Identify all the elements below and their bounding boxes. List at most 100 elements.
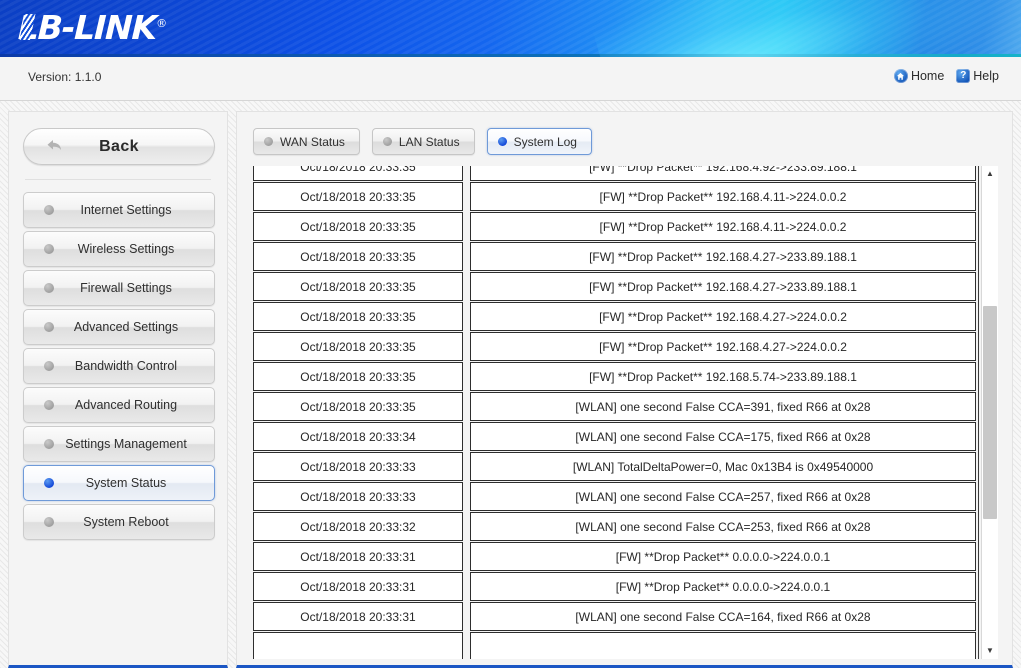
sidebar-item-advanced-routing[interactable]: Advanced Routing	[23, 387, 215, 423]
sidebar-item-system-reboot[interactable]: System Reboot	[23, 504, 215, 540]
brand-name: LB-LINK	[17, 7, 157, 47]
log-timestamp: Oct/18/2018 20:33:35	[253, 182, 463, 211]
bullet-icon	[382, 137, 392, 146]
sidebar-item-firewall-settings[interactable]: Firewall Settings	[23, 270, 215, 306]
log-message	[470, 632, 976, 659]
brand-logo-text: LB-LINK®	[17, 7, 168, 47]
scrollbar-rail	[978, 166, 979, 659]
log-message: [FW] **Drop Packet** 192.168.4.27->224.0…	[470, 332, 976, 361]
bullet-icon	[44, 517, 54, 527]
table-row: Oct/18/2018 20:33:32 [WLAN] one second F…	[253, 512, 976, 541]
bullet-icon	[44, 322, 54, 332]
log-timestamp: Oct/18/2018 20:33:34	[253, 422, 463, 451]
log-message: [FW] **Drop Packet** 192.168.4.92->233.8…	[470, 166, 976, 181]
scrollbar-thumb[interactable]	[983, 306, 997, 519]
log-message: [FW] **Drop Packet** 192.168.5.74->233.8…	[470, 362, 976, 391]
table-row: Oct/18/2018 20:33:35 [FW] **Drop Packet*…	[253, 166, 976, 181]
bullet-icon	[44, 283, 54, 293]
table-row: Oct/18/2018 20:33:35 [FW] **Drop Packet*…	[253, 332, 976, 361]
bullet-icon	[44, 244, 54, 254]
sidebar-item-bandwidth-control[interactable]: Bandwidth Control	[23, 348, 215, 384]
table-row: Oct/18/2018 20:33:35 [FW] **Drop Packet*…	[253, 212, 976, 241]
log-message: [FW] **Drop Packet** 192.168.4.27->233.8…	[470, 272, 976, 301]
home-link-label: Home	[910, 69, 945, 83]
log-message: [FW] **Drop Packet** 192.168.4.11->224.0…	[470, 212, 976, 241]
log-message: [FW] **Drop Packet** 192.168.4.11->224.0…	[470, 182, 976, 211]
sidebar-item-advanced-settings[interactable]: Advanced Settings	[23, 309, 215, 345]
system-log-rows: Oct/18/2018 20:33:35 [FW] **Drop Packet*…	[253, 166, 976, 659]
scrollbar-track[interactable]	[982, 182, 998, 643]
sidebar-item-settings-management[interactable]: Settings Management	[23, 426, 215, 462]
system-log-area: Oct/18/2018 20:33:35 [FW] **Drop Packet*…	[253, 166, 998, 659]
table-row: Oct/18/2018 20:33:35 [WLAN] one second F…	[253, 392, 976, 421]
log-message: [FW] **Drop Packet** 0.0.0.0->224.0.0.1	[470, 542, 976, 571]
table-row: Oct/18/2018 20:33:35 [FW] **Drop Packet*…	[253, 182, 976, 211]
log-message: [FW] **Drop Packet** 192.168.4.27->224.0…	[470, 302, 976, 331]
log-timestamp: Oct/18/2018 20:33:31	[253, 602, 463, 631]
sidebar-item-internet-settings[interactable]: Internet Settings	[23, 192, 215, 228]
bullet-icon	[497, 137, 507, 146]
sidebar-item-system-status[interactable]: System Status	[23, 465, 215, 501]
log-timestamp: Oct/18/2018 20:33:32	[253, 512, 463, 541]
log-scrollbar[interactable]: ▲ ▼	[978, 166, 998, 659]
help-link[interactable]: ? Help	[952, 67, 1003, 85]
scroll-down-arrow-icon[interactable]: ▼	[982, 643, 998, 659]
table-row: Oct/18/2018 20:33:31 [FW] **Drop Packet*…	[253, 572, 976, 601]
table-row: Oct/18/2018 20:33:35 [FW] **Drop Packet*…	[253, 242, 976, 271]
back-button[interactable]: Back	[23, 128, 215, 165]
tab-lan-status[interactable]: LAN Status	[371, 128, 475, 155]
log-message: [WLAN] TotalDeltaPower=0, Mac 0x13B4 is …	[470, 452, 976, 481]
home-icon	[893, 69, 908, 83]
bullet-icon	[44, 205, 54, 215]
version-bar: Version: 1.1.0 Home ? Help	[0, 57, 1021, 101]
log-timestamp: Oct/18/2018 20:33:33	[253, 452, 463, 481]
log-timestamp: Oct/18/2018 20:33:35	[253, 272, 463, 301]
bullet-icon	[44, 361, 54, 371]
table-row: Oct/18/2018 20:33:31 [WLAN] one second F…	[253, 602, 976, 631]
bullet-icon	[44, 478, 54, 488]
back-button-label: Back	[99, 137, 139, 155]
bullet-icon	[264, 137, 273, 146]
registered-mark: ®	[155, 16, 168, 30]
log-timestamp: Oct/18/2018 20:33:31	[253, 572, 463, 601]
scroll-up-arrow-icon[interactable]: ▲	[982, 166, 998, 182]
table-row: Oct/18/2018 20:33:35 [FW] **Drop Packet*…	[253, 272, 976, 301]
table-row: Oct/18/2018 20:33:35 [FW] **Drop Packet*…	[253, 362, 976, 391]
tab-system-log[interactable]: System Log	[486, 128, 592, 155]
system-log-list: Oct/18/2018 20:33:35 [FW] **Drop Packet*…	[253, 166, 976, 659]
status-tabs: WAN Status LAN Status System Log	[253, 128, 998, 155]
table-row: Oct/18/2018 20:33:33 [WLAN] TotalDeltaPo…	[253, 452, 976, 481]
log-message: [WLAN] one second False CCA=164, fixed R…	[470, 602, 976, 631]
sidebar: Back Internet Settings Wireless Settings…	[8, 111, 228, 668]
log-message: [WLAN] one second False CCA=391, fixed R…	[470, 392, 976, 421]
tab-label: LAN Status	[398, 134, 460, 149]
header-links: Home ? Help	[890, 67, 1003, 85]
bullet-icon	[44, 439, 54, 449]
table-row: Oct/18/2018 20:33:34 [WLAN] one second F…	[253, 422, 976, 451]
log-timestamp: Oct/18/2018 20:33:35	[253, 362, 463, 391]
sidebar-item-wireless-settings[interactable]: Wireless Settings	[23, 231, 215, 267]
back-arrow-icon	[46, 138, 63, 155]
tab-wan-status[interactable]: WAN Status	[253, 128, 360, 155]
table-row: Oct/18/2018 20:33:31 [FW] **Drop Packet*…	[253, 542, 976, 571]
brand-logo: LB-LINK®	[17, 7, 168, 47]
log-message: [FW] **Drop Packet** 0.0.0.0->224.0.0.1	[470, 572, 976, 601]
log-timestamp: Oct/18/2018 20:33:35	[253, 392, 463, 421]
main-layout: Back Internet Settings Wireless Settings…	[0, 101, 1021, 668]
log-timestamp	[253, 632, 463, 659]
tab-label: System Log	[513, 134, 577, 149]
help-link-label: Help	[973, 69, 999, 83]
header-banner: LB-LINK®	[0, 0, 1021, 57]
version-label: Version: 1.1.0	[28, 70, 102, 84]
log-timestamp: Oct/18/2018 20:33:35	[253, 166, 463, 181]
home-link[interactable]: Home	[890, 67, 948, 85]
log-timestamp: Oct/18/2018 20:33:35	[253, 302, 463, 331]
log-message: [FW] **Drop Packet** 192.168.4.27->233.8…	[470, 242, 976, 271]
log-message: [WLAN] one second False CCA=257, fixed R…	[470, 482, 976, 511]
table-row: Oct/18/2018 20:33:35 [FW] **Drop Packet*…	[253, 302, 976, 331]
log-message: [WLAN] one second False CCA=253, fixed R…	[470, 512, 976, 541]
log-timestamp: Oct/18/2018 20:33:35	[253, 242, 463, 271]
tab-label: WAN Status	[280, 134, 345, 149]
log-timestamp: Oct/18/2018 20:33:33	[253, 482, 463, 511]
log-timestamp: Oct/18/2018 20:33:35	[253, 332, 463, 361]
